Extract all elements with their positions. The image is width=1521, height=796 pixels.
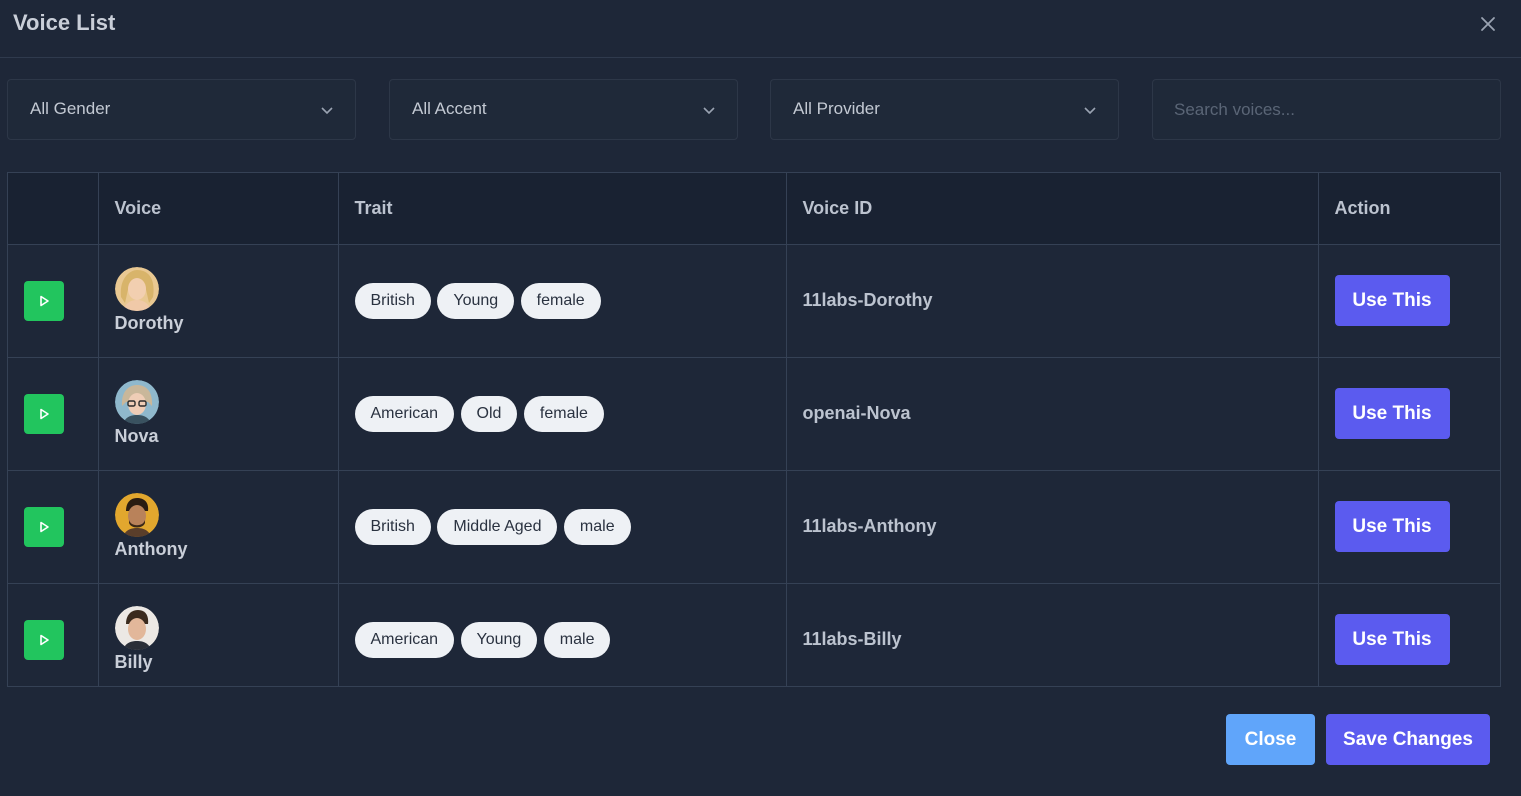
table-row: Anthony British Middle Aged male 11labs-… (8, 470, 1500, 584)
table-row: Billy American Young male 11labs-Billy U… (8, 583, 1500, 686)
chevron-down-icon (1084, 107, 1096, 115)
trait-tag: Young (460, 621, 538, 658)
voice-id: openai-Nova (802, 403, 911, 423)
trait-tag: Middle Aged (437, 508, 558, 545)
close-icon[interactable] (1476, 12, 1500, 36)
play-button[interactable] (24, 393, 64, 434)
chevron-down-icon (321, 107, 333, 115)
trait-tag: Young (437, 282, 515, 319)
trait-tag: male (543, 621, 611, 658)
play-button[interactable] (24, 506, 64, 547)
trait-tag: American (354, 621, 455, 658)
voice-id: 11labs-Dorothy (802, 290, 933, 310)
voice-name: Nova (114, 426, 159, 446)
voice-name: Billy (114, 652, 153, 672)
use-this-button[interactable]: Use This (1334, 388, 1450, 439)
voice-table: Voice Trait Voice ID Action Dorothy Brit… (7, 172, 1501, 687)
trait-tag: British (354, 282, 431, 319)
trait-tag: female (523, 395, 604, 432)
voice-name: Anthony (114, 539, 188, 559)
play-button[interactable] (24, 280, 64, 321)
header-action: Action (1318, 173, 1500, 245)
modal-header: Voice List (0, 0, 1521, 58)
provider-filter-select[interactable]: All Provider (770, 79, 1119, 140)
header-play (8, 173, 99, 245)
voice-id: 11labs-Billy (802, 629, 902, 649)
table-row: Dorothy British Young female 11labs-Doro… (8, 244, 1500, 358)
use-this-button[interactable]: Use This (1334, 501, 1450, 552)
close-button[interactable]: Close (1226, 714, 1315, 765)
voice-id: 11labs-Anthony (802, 516, 937, 536)
accent-filter-value: All Accent (412, 99, 487, 118)
play-icon (40, 408, 49, 419)
trait-tag: Old (460, 395, 518, 432)
gender-filter-select[interactable]: All Gender (7, 79, 356, 140)
header-voice-id: Voice ID (786, 173, 1319, 245)
gender-filter-value: All Gender (30, 99, 111, 118)
avatar (114, 267, 159, 311)
modal-title: Voice List (13, 10, 116, 35)
modal-footer: Close Save Changes (0, 688, 1521, 796)
play-icon (40, 295, 49, 306)
table-row: Nova American Old female openai-Nova Use… (8, 357, 1500, 471)
play-button[interactable] (24, 619, 64, 660)
search-input[interactable] (1153, 80, 1500, 139)
trait-tag: American (354, 395, 455, 432)
use-this-button[interactable]: Use This (1334, 614, 1450, 665)
avatar (114, 606, 159, 650)
save-changes-button[interactable]: Save Changes (1326, 714, 1490, 765)
play-icon (40, 521, 49, 532)
filter-bar: All Gender All Accent All Provider (0, 79, 1521, 141)
search-box (1152, 79, 1501, 140)
use-this-button[interactable]: Use This (1334, 275, 1450, 326)
avatar (114, 380, 159, 424)
voice-name: Dorothy (114, 313, 184, 333)
chevron-down-icon (703, 107, 715, 115)
header-trait: Trait (338, 173, 787, 245)
provider-filter-value: All Provider (793, 99, 880, 118)
table-header-row: Voice Trait Voice ID Action (8, 173, 1500, 245)
trait-tag: male (563, 508, 631, 545)
play-icon (40, 634, 49, 645)
avatar (114, 493, 159, 537)
trait-tag: British (354, 508, 431, 545)
accent-filter-select[interactable]: All Accent (389, 79, 738, 140)
trait-tag: female (520, 282, 601, 319)
header-voice: Voice (98, 173, 339, 245)
